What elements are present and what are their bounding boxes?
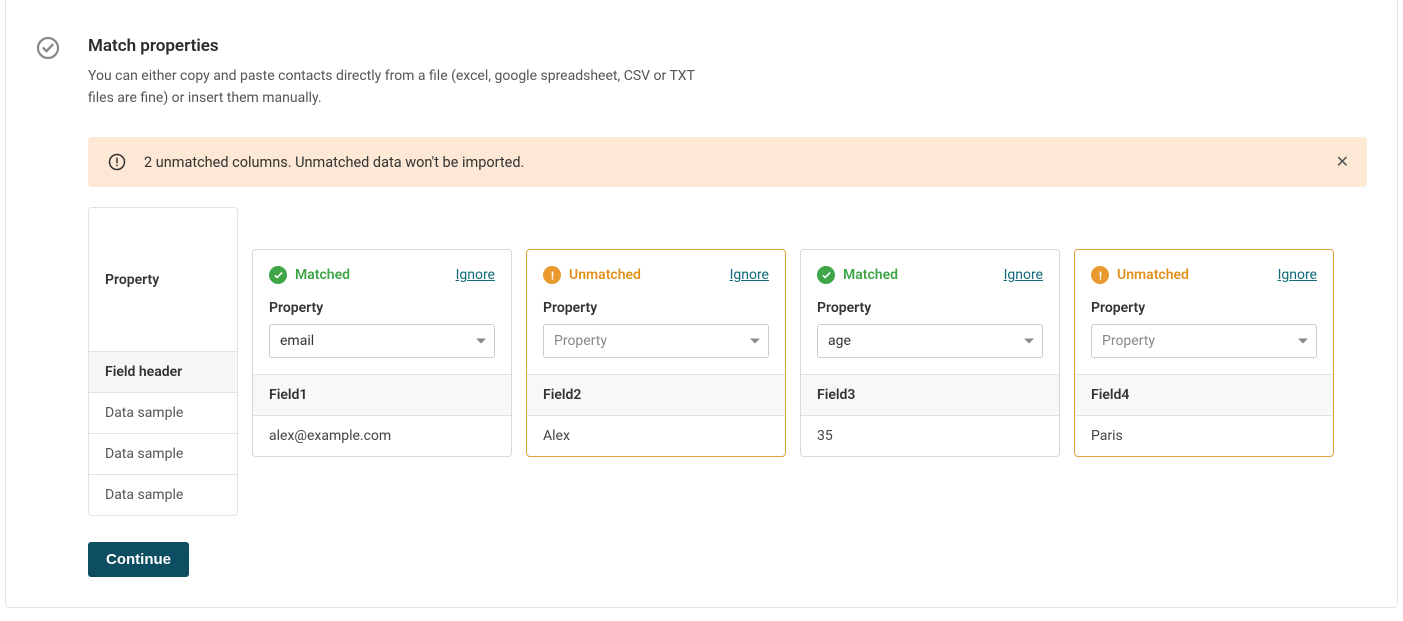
close-icon[interactable]: ✕ bbox=[1332, 150, 1353, 174]
status-label: Matched bbox=[295, 267, 350, 283]
step-complete-icon bbox=[36, 36, 76, 577]
status-label: Unmatched bbox=[569, 267, 641, 283]
legend-sample: Data sample bbox=[88, 474, 238, 516]
match-columns-row: Property Field header Data sample Data s… bbox=[88, 207, 1367, 516]
chevron-down-icon bbox=[1298, 339, 1308, 344]
data-sample: Paris bbox=[1075, 415, 1333, 456]
data-sample: alex@example.com bbox=[253, 415, 511, 456]
select-value: email bbox=[280, 333, 314, 349]
select-placeholder: Property bbox=[1102, 333, 1155, 349]
field-header: Field1 bbox=[253, 374, 511, 415]
column-card: Unmatched Ignore Property Property Field… bbox=[1074, 249, 1334, 457]
status-label: Matched bbox=[843, 267, 898, 283]
alert-text: 2 unmatched columns. Unmatched data won'… bbox=[144, 154, 1347, 171]
select-value: age bbox=[828, 333, 851, 349]
legend-sample: Data sample bbox=[88, 392, 238, 434]
property-select[interactable]: Property bbox=[543, 324, 769, 358]
ignore-button[interactable]: Ignore bbox=[730, 267, 769, 283]
data-sample: 35 bbox=[801, 415, 1059, 456]
continue-button[interactable]: Continue bbox=[88, 542, 189, 577]
field-header: Field2 bbox=[527, 374, 785, 415]
legend-property: Property bbox=[88, 207, 238, 352]
field-header: Field3 bbox=[801, 374, 1059, 415]
ignore-button[interactable]: Ignore bbox=[456, 267, 495, 283]
field-header: Field4 bbox=[1075, 374, 1333, 415]
property-select[interactable]: Property bbox=[1091, 324, 1317, 358]
ignore-button[interactable]: Ignore bbox=[1004, 267, 1043, 283]
status-label: Unmatched bbox=[1117, 267, 1189, 283]
status-badge: Matched bbox=[269, 266, 350, 284]
column-card: Matched Ignore Property age Field3 35 bbox=[800, 249, 1060, 457]
page-title: Match properties bbox=[88, 36, 1367, 56]
legend-field-header: Field header bbox=[88, 351, 238, 393]
warning-alert: 2 unmatched columns. Unmatched data won'… bbox=[88, 137, 1367, 187]
exclaim-icon bbox=[1091, 266, 1109, 284]
page-subtitle: You can either copy and paste contacts d… bbox=[88, 66, 708, 109]
select-placeholder: Property bbox=[554, 333, 607, 349]
exclaim-icon bbox=[543, 266, 561, 284]
property-label: Property bbox=[1091, 300, 1317, 316]
property-label: Property bbox=[543, 300, 769, 316]
chevron-down-icon bbox=[476, 339, 486, 344]
chevron-down-icon bbox=[750, 339, 760, 344]
property-select[interactable]: email bbox=[269, 324, 495, 358]
data-sample: Alex bbox=[527, 415, 785, 456]
status-badge: Unmatched bbox=[1091, 266, 1189, 284]
status-badge: Unmatched bbox=[543, 266, 641, 284]
check-icon bbox=[817, 266, 835, 284]
column-card: Matched Ignore Property email Field1 ale… bbox=[252, 249, 512, 457]
ignore-button[interactable]: Ignore bbox=[1278, 267, 1317, 283]
alert-icon bbox=[108, 153, 126, 171]
legend-sample: Data sample bbox=[88, 433, 238, 475]
property-label: Property bbox=[269, 300, 495, 316]
property-label: Property bbox=[817, 300, 1043, 316]
check-icon bbox=[269, 266, 287, 284]
chevron-down-icon bbox=[1024, 339, 1034, 344]
property-select[interactable]: age bbox=[817, 324, 1043, 358]
legend-column: Property Field header Data sample Data s… bbox=[88, 207, 238, 516]
column-card: Unmatched Ignore Property Property Field… bbox=[526, 249, 786, 457]
status-badge: Matched bbox=[817, 266, 898, 284]
